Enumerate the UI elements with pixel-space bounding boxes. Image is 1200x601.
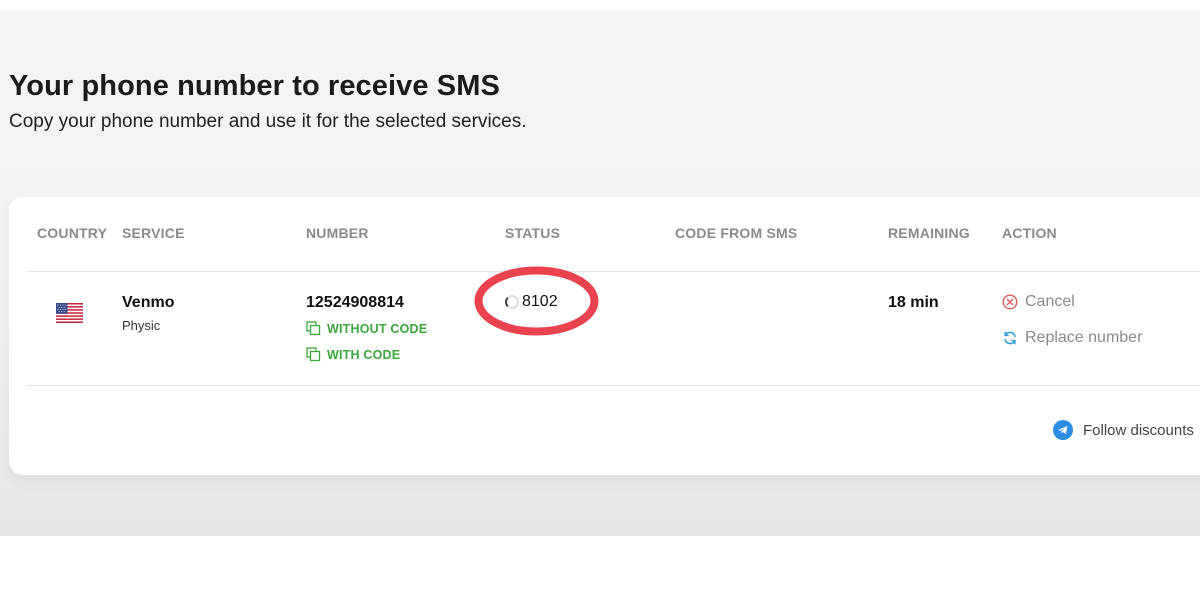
header-remaining: REMAINING [888, 225, 970, 241]
copy-without-code-button[interactable]: WITHOUT CODE [306, 321, 427, 336]
header-action: ACTION [1002, 225, 1057, 241]
row-divider [27, 385, 1200, 386]
page-title: Your phone number to receive SMS [9, 70, 500, 102]
header-country: COUNTRY [37, 225, 108, 241]
cancel-label: Cancel [1025, 293, 1075, 310]
copy-without-code-label: WITHOUT CODE [327, 321, 428, 336]
header-number: NUMBER [306, 225, 369, 241]
phone-number: 12524908814 [306, 294, 404, 311]
page-subtitle: Copy your phone number and use it for th… [9, 111, 527, 132]
header-code-from-sms: CODE FROM SMS [675, 225, 798, 241]
header-service: SERVICE [122, 225, 185, 241]
replace-number-button[interactable]: Replace number [1002, 329, 1142, 347]
service-name: Venmo [122, 294, 175, 311]
follow-discounts-link[interactable]: Follow discounts [1053, 420, 1194, 440]
copy-icon [306, 347, 321, 362]
copy-with-code-button[interactable]: WITH CODE [306, 347, 400, 362]
refresh-icon [1004, 331, 1016, 345]
follow-discounts-label: Follow discounts [1083, 421, 1194, 439]
service-subtitle: Physic [122, 318, 161, 333]
us-flag-icon [56, 303, 83, 323]
copy-icon [306, 321, 321, 336]
header-status: STATUS [505, 225, 561, 241]
copy-with-code-label: WITH CODE [327, 347, 401, 362]
header-divider [27, 271, 1200, 272]
replace-number-label: Replace number [1025, 329, 1143, 346]
red-ellipse-annotation [474, 266, 599, 336]
telegram-icon [1053, 420, 1073, 440]
cancel-icon [1002, 294, 1018, 310]
cancel-button[interactable]: Cancel [1002, 293, 1075, 311]
remaining-time: 18 min [888, 294, 939, 311]
